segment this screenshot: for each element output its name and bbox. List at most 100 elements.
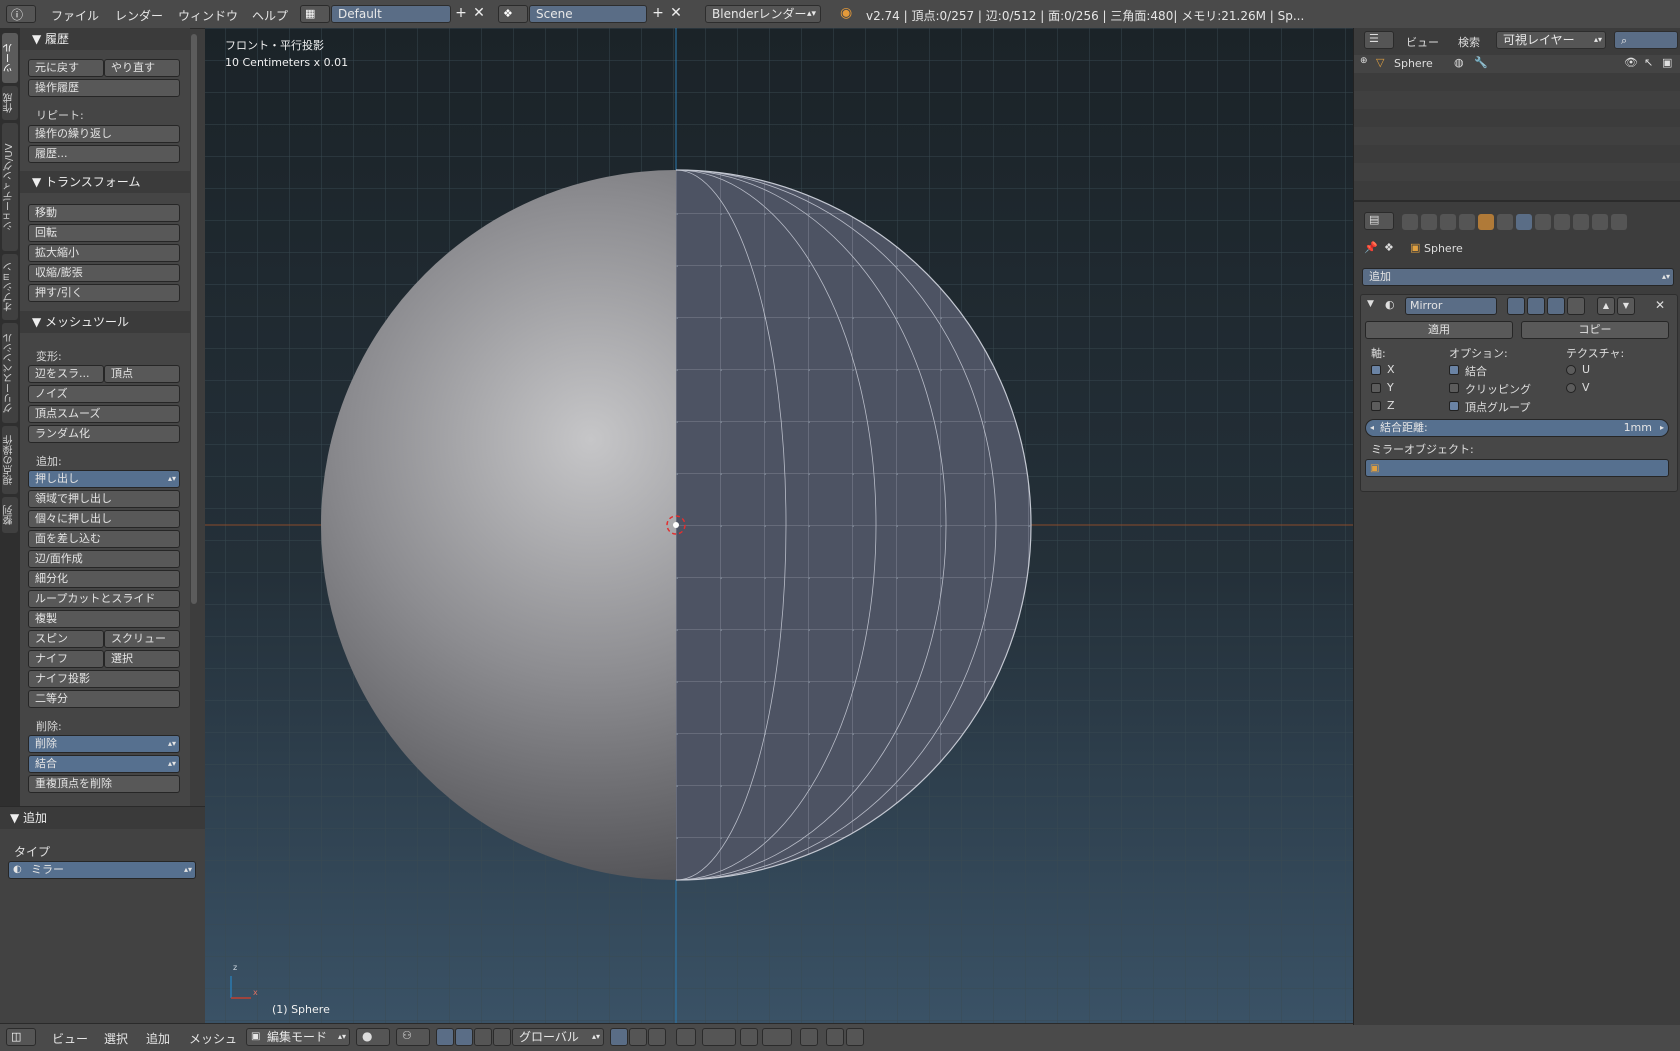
- render-layers-tab-icon[interactable]: [1421, 214, 1437, 230]
- scene-icon[interactable]: ❖: [498, 5, 528, 23]
- tab-create[interactable]: 作成: [2, 86, 18, 120]
- tab-options[interactable]: オプション: [2, 254, 18, 320]
- slide-edge-button[interactable]: 辺をスラ...: [28, 365, 104, 383]
- outliner-row[interactable]: ⊕ ▽ Sphere ◍ 🔧 👁 ↖ ▣: [1354, 55, 1680, 73]
- rotate-manipulator-icon[interactable]: [474, 1028, 492, 1046]
- undo-button[interactable]: 元に戻す: [28, 59, 104, 77]
- operator-history-button[interactable]: 操作履歴: [28, 79, 180, 97]
- pivot-point-icon[interactable]: ⚇: [396, 1028, 430, 1046]
- material-tab-icon[interactable]: [1554, 214, 1570, 230]
- vertex-groups-checkbox[interactable]: [1449, 401, 1459, 411]
- manipulator-toggle-icon[interactable]: [436, 1028, 454, 1046]
- scene-field[interactable]: Scene: [529, 5, 647, 23]
- menu-help[interactable]: ヘルプ: [252, 7, 288, 24]
- modifier-name-field[interactable]: Mirror: [1405, 297, 1497, 315]
- remove-doubles-button[interactable]: 重複頂点を削除: [28, 775, 180, 793]
- texture-tab-icon[interactable]: [1573, 214, 1589, 230]
- outliner-editor-icon[interactable]: ☰: [1364, 31, 1394, 49]
- edge-select-mode-icon[interactable]: [629, 1028, 647, 1046]
- menu-mesh[interactable]: メッシュ: [189, 1030, 237, 1047]
- menu-view[interactable]: ビュー: [52, 1030, 88, 1047]
- tab-tools[interactable]: ツール: [2, 33, 18, 83]
- spin-button[interactable]: スピン: [28, 630, 104, 648]
- menu-select[interactable]: 選択: [104, 1030, 128, 1047]
- outliner-menu-search[interactable]: 検索: [1458, 34, 1480, 50]
- texture-u-radio[interactable]: [1566, 365, 1576, 375]
- copy-button[interactable]: コピー: [1521, 321, 1669, 339]
- editor-type-icon[interactable]: ◫: [6, 1028, 36, 1046]
- loopcut-button[interactable]: ループカットとスライド: [28, 590, 180, 608]
- render-tab-icon[interactable]: [1402, 214, 1418, 230]
- move-up-icon[interactable]: ▲: [1597, 297, 1615, 315]
- render-engine-select[interactable]: Blenderレンダー ▴▾: [705, 5, 821, 23]
- knife-select-button[interactable]: 選択: [104, 650, 180, 668]
- repeat-last-button[interactable]: 操作の繰り返し: [28, 125, 180, 143]
- make-edge-face-button[interactable]: 辺/面作成: [28, 550, 180, 568]
- outliner-search-input[interactable]: ⌕: [1614, 31, 1678, 49]
- axis-x-checkbox[interactable]: [1371, 365, 1381, 375]
- transform-orientation-select[interactable]: グローバル ▴▾: [512, 1028, 604, 1046]
- add-screen-icon[interactable]: +: [453, 5, 469, 23]
- shrink-fatten-button[interactable]: 収縮/膨張: [28, 264, 180, 282]
- redo-button[interactable]: やり直す: [104, 59, 180, 77]
- mirror-object-field[interactable]: ▣: [1365, 459, 1669, 477]
- screen-layout-icon[interactable]: ▦: [300, 5, 330, 23]
- world-tab-icon[interactable]: [1459, 214, 1475, 230]
- move-down-icon[interactable]: ▼: [1617, 297, 1635, 315]
- vertex-select-mode-icon[interactable]: [610, 1028, 628, 1046]
- mesh-data-icon[interactable]: ◍: [1454, 56, 1464, 69]
- render-camera-icon[interactable]: [826, 1028, 844, 1046]
- screen-layout-field[interactable]: Default: [331, 5, 451, 23]
- rotate-button[interactable]: 回転: [28, 224, 180, 242]
- push-pull-button[interactable]: 押す/引く: [28, 284, 180, 302]
- axis-z-checkbox[interactable]: [1371, 401, 1381, 411]
- inset-faces-button[interactable]: 面を差し込む: [28, 530, 180, 548]
- extrude-individual-button[interactable]: 個々に押し出し: [28, 510, 180, 528]
- panel-transform-header[interactable]: ▼ トランスフォーム: [20, 171, 190, 193]
- visibility-eye-icon[interactable]: 👁: [1624, 56, 1638, 69]
- merge-menu[interactable]: 結合 ▴▾: [28, 755, 180, 773]
- menu-window[interactable]: ウィンドウ: [178, 7, 238, 24]
- knife-project-button[interactable]: ナイフ投影: [28, 670, 180, 688]
- tab-align[interactable]: 整列: [2, 497, 18, 533]
- constraints-tab-icon[interactable]: [1497, 214, 1513, 230]
- mode-select[interactable]: ▣ 編集モード ▴▾: [246, 1028, 350, 1046]
- modifiers-tab-icon[interactable]: [1516, 214, 1532, 230]
- limit-selection-icon[interactable]: [676, 1028, 696, 1046]
- menu-file[interactable]: ファイル: [51, 7, 99, 24]
- extrude-region-button[interactable]: 領域で押し出し: [28, 490, 180, 508]
- render-anim-icon[interactable]: [846, 1028, 864, 1046]
- face-select-mode-icon[interactable]: [648, 1028, 666, 1046]
- tab-view[interactable]: 視点の操作: [2, 426, 18, 494]
- axis-y-checkbox[interactable]: [1371, 383, 1381, 393]
- tab-shading-uv[interactable]: シェーディング/UV: [2, 123, 18, 251]
- operator-panel-header[interactable]: ▼ 追加: [0, 807, 205, 829]
- expand-icon[interactable]: ⊕: [1360, 56, 1368, 66]
- noise-button[interactable]: ノイズ: [28, 385, 180, 403]
- outliner-filter-select[interactable]: 可視レイヤー ▴▾: [1496, 31, 1606, 49]
- merge-checkbox[interactable]: [1449, 365, 1459, 375]
- menu-add[interactable]: 追加: [146, 1030, 170, 1047]
- panel-history-header[interactable]: ▼ 履歴: [20, 28, 190, 50]
- remove-screen-icon[interactable]: ✕: [471, 5, 487, 23]
- add-scene-icon[interactable]: +: [650, 5, 666, 23]
- pin-icon[interactable]: 📌: [1364, 241, 1378, 254]
- outliner-object-name[interactable]: Sphere: [1394, 57, 1433, 70]
- viewport-shading-icon[interactable]: ●: [356, 1028, 390, 1046]
- duplicate-button[interactable]: 複製: [28, 610, 180, 628]
- show-editmode-icon[interactable]: [1547, 297, 1565, 315]
- decrement-arrow-icon[interactable]: ◂: [1370, 420, 1374, 436]
- remove-modifier-icon[interactable]: ✕: [1655, 298, 1665, 312]
- toolshelf-scrollbar[interactable]: [191, 34, 197, 604]
- delete-menu[interactable]: 削除 ▴▾: [28, 735, 180, 753]
- snap-element-icon[interactable]: [762, 1028, 792, 1046]
- translate-button[interactable]: 移動: [28, 204, 180, 222]
- particles-tab-icon[interactable]: [1592, 214, 1608, 230]
- translate-manipulator-icon[interactable]: [455, 1028, 473, 1046]
- editor-type-icon[interactable]: ⓘ: [6, 5, 36, 23]
- scale-button[interactable]: 拡大縮小: [28, 244, 180, 262]
- tab-grease-pencil[interactable]: グリースペンシル: [2, 323, 18, 423]
- increment-arrow-icon[interactable]: ▸: [1660, 420, 1664, 436]
- clipping-checkbox[interactable]: [1449, 383, 1459, 393]
- knife-button[interactable]: ナイフ: [28, 650, 104, 668]
